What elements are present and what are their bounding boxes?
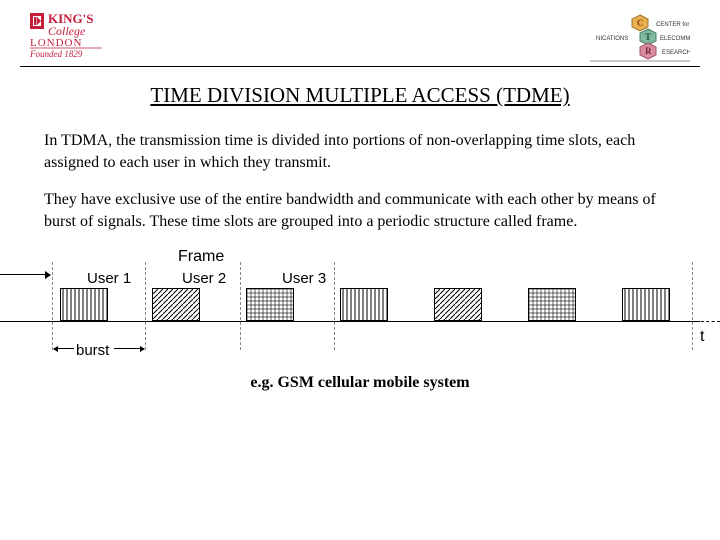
header-divider [20,66,700,67]
slot-user3 [246,288,294,321]
slot-user3 [528,288,576,321]
slot-user2 [434,288,482,321]
page-title: TIME DIVISION MULTIPLE ACCESS (TDME) [0,83,720,108]
tdma-diagram: Frame User 1 User 2 User 3 t burst [0,248,720,368]
paragraph-1: In TDMA, the transmission time is divide… [44,130,676,173]
paragraph-2: They have exclusive use of the entire ba… [44,189,676,232]
slot-user2 [152,288,200,321]
svg-text:ESEARCH: ESEARCH [662,50,690,56]
body-text: In TDMA, the transmission time is divide… [0,108,720,232]
burst-label: burst [76,342,109,359]
ctr-logo: CENTER for NICATIONS ELECOMM ESEARCH C T… [560,10,690,62]
user-3-label: User 3 [282,270,326,287]
svg-text:Founded 1829: Founded 1829 [30,49,83,59]
svg-text:NICATIONS: NICATIONS [596,36,628,42]
svg-text:CENTER for: CENTER for [656,22,689,28]
frame-boundary [52,262,53,350]
svg-text:ELECOMM: ELECOMM [660,36,690,42]
axis-arrow-left [0,274,50,275]
slot-user1 [622,288,670,321]
frame-label: Frame [178,248,224,266]
slot-boundary [240,262,241,350]
svg-text:T: T [645,32,651,42]
burst-extent-left [54,348,74,349]
slot-user1 [60,288,108,321]
burst-extent-right [114,348,144,349]
frame-boundary [692,262,693,350]
time-axis [0,321,700,322]
frame-boundary [334,262,335,350]
time-axis-label: t [700,328,704,346]
slot-user1 [340,288,388,321]
svg-text:C: C [637,18,644,28]
time-axis-continuation [690,321,720,322]
svg-text:R: R [645,46,652,56]
svg-text:College: College [48,24,86,38]
example-caption: e.g. GSM cellular mobile system [0,374,720,392]
user-2-label: User 2 [182,270,226,287]
user-1-label: User 1 [87,270,131,287]
kings-college-logo: KING'S College LONDON Founded 1829 [30,10,150,60]
slot-boundary [145,262,146,350]
svg-text:LONDON: LONDON [30,37,82,49]
